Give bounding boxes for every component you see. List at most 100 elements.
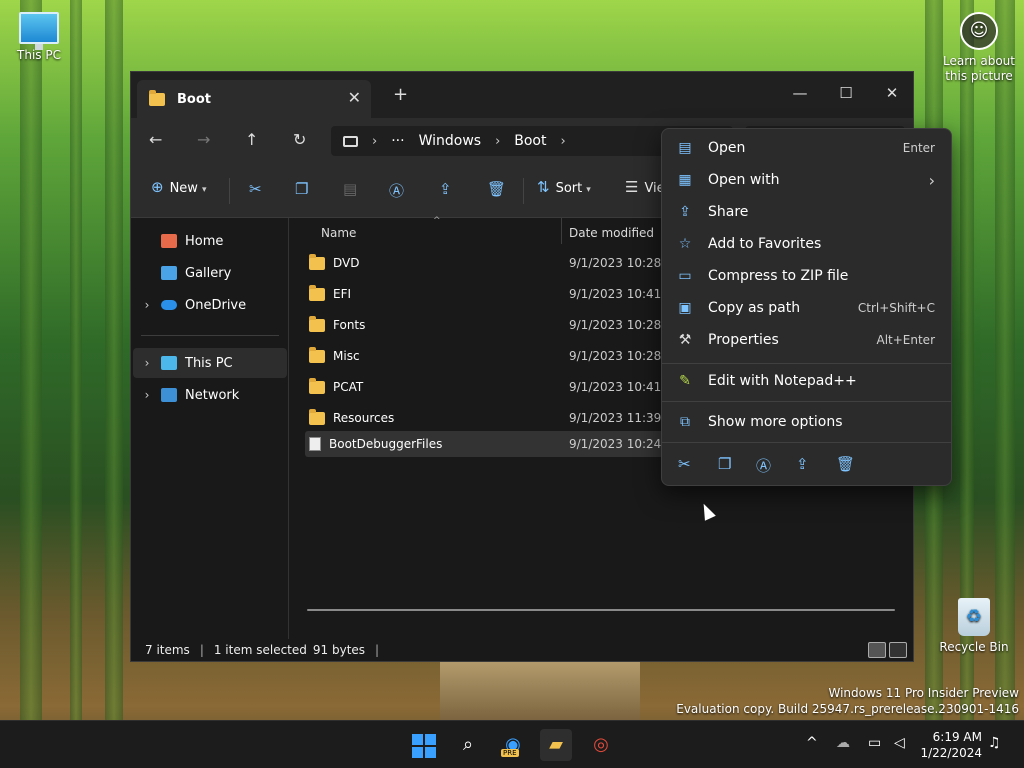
column-header-date-modified[interactable]: Date modified bbox=[569, 218, 654, 248]
navigation-pane: Home Gallery › OneDrive › This PC › Netw… bbox=[131, 218, 289, 639]
clock[interactable]: 6:19 AM 1/22/2024 bbox=[920, 729, 982, 761]
menu-item-edit-notepadpp[interactable]: ✎ Edit with Notepad++ bbox=[666, 366, 947, 396]
chevron-up-icon[interactable]: ^ bbox=[806, 735, 818, 751]
desktop-icon-this-pc[interactable]: This PC bbox=[1, 12, 77, 62]
file-name: Resources bbox=[333, 411, 395, 425]
nav-item-gallery[interactable]: Gallery bbox=[133, 258, 287, 288]
folder-icon bbox=[309, 315, 325, 332]
tiles-view-button[interactable] bbox=[889, 642, 907, 658]
status-selected: 1 item selected bbox=[213, 643, 307, 657]
wallpaper-bamboo bbox=[70, 0, 82, 720]
menu-divider bbox=[662, 363, 951, 364]
delete-icon[interactable]: 🗑 bbox=[487, 180, 506, 198]
menu-item-shortcut: Ctrl+Shift+C bbox=[857, 301, 935, 315]
share-icon[interactable]: ⇪ bbox=[439, 180, 452, 198]
gallery-icon bbox=[161, 266, 177, 280]
open-icon: ▤ bbox=[678, 140, 692, 156]
horizontal-scrollbar[interactable] bbox=[307, 609, 895, 611]
breadcrumb-boot[interactable]: Boot bbox=[514, 133, 546, 149]
menu-item-shortcut: Alt+Enter bbox=[876, 333, 935, 347]
nav-item-home[interactable]: Home bbox=[133, 226, 287, 256]
folder-icon bbox=[309, 346, 325, 363]
menu-item-open[interactable]: ▤ Open Enter bbox=[666, 133, 947, 163]
back-button[interactable]: ← bbox=[149, 130, 162, 149]
onedrive-icon[interactable]: ☁ bbox=[836, 735, 850, 751]
chevron-right-icon[interactable]: › bbox=[372, 134, 377, 149]
wallpaper-bamboo bbox=[20, 0, 42, 720]
breadcrumb-windows[interactable]: Windows bbox=[419, 133, 482, 149]
column-divider[interactable] bbox=[561, 218, 562, 244]
column-header-label: Name bbox=[321, 226, 357, 240]
chevron-right-icon[interactable]: › bbox=[133, 388, 161, 402]
desktop-icon-recycle-bin[interactable]: ♻ Recycle Bin bbox=[936, 598, 1012, 654]
chevron-right-icon[interactable]: › bbox=[133, 298, 161, 312]
rename-icon[interactable]: Ⓐ bbox=[756, 455, 771, 476]
maximize-button[interactable]: ☐ bbox=[823, 78, 869, 108]
volume-muted-icon[interactable]: ◁ bbox=[894, 735, 905, 751]
file-name: DVD bbox=[333, 256, 360, 270]
toolbar-divider bbox=[523, 178, 524, 204]
search-icon[interactable]: ⌕ bbox=[452, 729, 484, 761]
menu-divider bbox=[662, 442, 951, 443]
wallpaper-bamboo bbox=[105, 0, 123, 720]
nav-item-onedrive[interactable]: › OneDrive bbox=[133, 290, 287, 320]
paste-icon[interactable]: ▤ bbox=[343, 180, 357, 198]
details-view-button[interactable] bbox=[868, 642, 886, 658]
menu-item-share[interactable]: ⇪ Share bbox=[666, 197, 947, 227]
copy-icon[interactable]: ❐ bbox=[718, 455, 731, 473]
menu-item-add-to-favorites[interactable]: ☆ Add to Favorites bbox=[666, 229, 947, 259]
file-name: Misc bbox=[333, 349, 360, 363]
menu-item-label: Open bbox=[708, 140, 746, 156]
chevron-down-icon: ▾ bbox=[586, 185, 591, 195]
refresh-button[interactable]: ↻ bbox=[293, 130, 306, 149]
new-tab-button[interactable]: + bbox=[393, 84, 408, 105]
copy-icon[interactable]: ❐ bbox=[295, 180, 308, 198]
cut-icon[interactable]: ✂ bbox=[678, 455, 691, 473]
nav-item-network[interactable]: › Network bbox=[133, 380, 287, 410]
folder-icon bbox=[149, 89, 165, 106]
tab-boot[interactable]: Boot ✕ bbox=[137, 80, 371, 118]
menu-item-show-more-options[interactable]: ⧉ Show more options bbox=[666, 407, 947, 437]
menu-item-properties[interactable]: ⚒ Properties Alt+Enter bbox=[666, 325, 947, 355]
new-button[interactable]: ⊕ New ▾ bbox=[151, 178, 206, 196]
close-window-button[interactable]: ✕ bbox=[869, 78, 915, 108]
bell-icon[interactable]: ♫ bbox=[988, 735, 1001, 751]
nav-item-label: Home bbox=[185, 233, 224, 249]
chevron-right-icon[interactable]: › bbox=[561, 134, 566, 149]
sort-label: Sort bbox=[555, 181, 583, 196]
delete-icon[interactable]: 🗑 bbox=[836, 455, 855, 473]
start-button[interactable] bbox=[412, 734, 436, 758]
chrome-icon[interactable]: ◎ bbox=[585, 729, 617, 761]
menu-item-compress-zip[interactable]: ▭ Compress to ZIP file bbox=[666, 261, 947, 291]
breadcrumb-overflow[interactable]: ··· bbox=[391, 133, 404, 149]
share-icon[interactable]: ⇪ bbox=[796, 455, 809, 473]
toolbar-divider bbox=[229, 178, 230, 204]
desktop-icon-learn-about-picture[interactable]: ☺ Learn about this picture bbox=[936, 12, 1022, 84]
desktop-icon-label: Recycle Bin bbox=[939, 640, 1009, 654]
recycle-bin-icon: ♻ bbox=[958, 598, 990, 636]
nav-item-label: OneDrive bbox=[185, 297, 247, 313]
chevron-right-icon[interactable]: › bbox=[495, 134, 500, 149]
open-with-icon: ▦ bbox=[678, 172, 692, 188]
clock-date: 1/22/2024 bbox=[920, 746, 982, 760]
evaluation-watermark: Windows 11 Pro Insider Preview Evaluatio… bbox=[676, 685, 1019, 717]
watermark-line: Evaluation copy. Build 25947.rs_prerelea… bbox=[676, 702, 1019, 716]
nav-item-this-pc[interactable]: › This PC bbox=[133, 348, 287, 378]
up-button[interactable]: ↑ bbox=[245, 130, 258, 149]
forward-button[interactable]: → bbox=[197, 130, 210, 149]
minimize-button[interactable]: — bbox=[777, 78, 823, 108]
menu-item-open-with[interactable]: ▦ Open with › bbox=[666, 165, 947, 195]
edge-icon[interactable]: ◉ PRE bbox=[497, 729, 529, 761]
status-size: 91 bytes bbox=[312, 643, 366, 657]
sort-button[interactable]: ⇅ Sort ▾ bbox=[537, 178, 591, 196]
rename-icon[interactable]: Ⓐ bbox=[389, 180, 404, 201]
edge-pre-badge: PRE bbox=[501, 749, 519, 757]
file-explorer-icon[interactable]: ▰ bbox=[540, 729, 572, 761]
menu-item-copy-as-path[interactable]: ▣ Copy as path Ctrl+Shift+C bbox=[666, 293, 947, 323]
nav-divider bbox=[141, 335, 279, 336]
chevron-right-icon[interactable]: › bbox=[133, 356, 161, 370]
close-tab-icon[interactable]: ✕ bbox=[348, 88, 361, 107]
column-header-name[interactable]: Name bbox=[321, 218, 356, 248]
network-icon[interactable]: ▭ bbox=[868, 735, 881, 751]
cut-icon[interactable]: ✂ bbox=[249, 180, 262, 198]
